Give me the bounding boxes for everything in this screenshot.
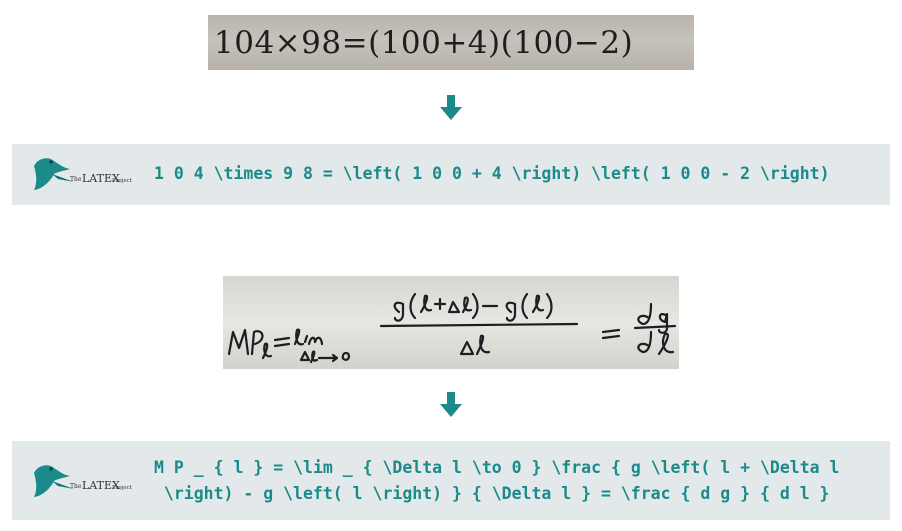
arrow-down-icon [440, 95, 462, 120]
latex-result-panel: The LATEX Project M P _ { l } = \lim _ {… [12, 441, 890, 520]
handwritten-formula-image [223, 276, 679, 369]
latex-output-2: M P _ { l } = \lim _ { \Delta l \to 0 } … [154, 455, 839, 507]
latex-project-logo: The LATEX Project [34, 158, 133, 190]
logo-project-text: Project [112, 178, 133, 184]
printed-formula-image: 104×98=(100+4)(100−2) [208, 15, 694, 70]
arrow-down-icon [440, 392, 462, 417]
logo-the-text: The [70, 483, 82, 490]
latex-output-2-line-1: M P _ { l } = \lim _ { \Delta l \to 0 } … [154, 458, 840, 477]
latex-output-2-line-2: \right) - g \left( l \right) } { \Delta … [163, 484, 830, 503]
latex-output-1: 1 0 4 \times 9 8 = \left( 1 0 0 + 4 \rig… [154, 164, 830, 183]
printed-formula-text: 104×98=(100+4)(100−2) [214, 24, 634, 61]
logo-the-text: The [70, 176, 82, 183]
handwriting-strokes [227, 292, 677, 364]
latex-result-panel: The LATEX Project 1 0 4 \times 9 8 = \le… [12, 144, 890, 205]
logo-project-text: Project [112, 485, 133, 491]
latex-project-logo: The LATEX Project [34, 465, 133, 497]
